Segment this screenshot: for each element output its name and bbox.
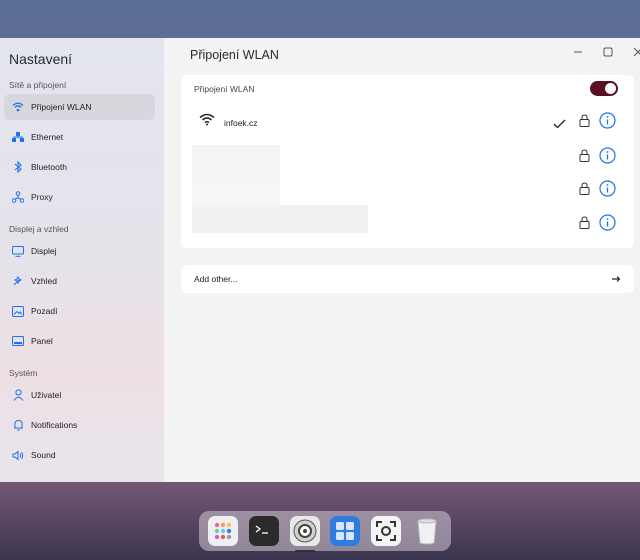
terminal-icon[interactable]	[248, 516, 279, 546]
lock-icon	[579, 216, 590, 234]
section-label-display: Displej a vzhled	[9, 224, 69, 234]
ethernet-icon	[11, 130, 25, 144]
wifi-signal-icon	[199, 113, 215, 131]
sidebar-item-label: Ethernet	[31, 132, 64, 142]
active-app-indicator	[294, 550, 315, 552]
arrow-right-icon	[612, 270, 621, 288]
info-icon[interactable]	[599, 214, 616, 236]
sidebar-item-label: Pozadí	[31, 306, 58, 316]
info-icon[interactable]	[599, 147, 616, 169]
sidebar-item-label: Notifications	[31, 420, 78, 430]
sidebar-item-label: Vzhled	[31, 276, 57, 286]
obscured-network-name	[192, 145, 280, 177]
wlan-toggle-label: Připojení WLAN	[194, 84, 255, 94]
info-icon[interactable]	[599, 112, 616, 134]
sidebar-item-display[interactable]: Displej	[4, 238, 155, 264]
sidebar-item-label: Displej	[31, 246, 57, 256]
sidebar-item-user[interactable]: Uživatel	[4, 382, 155, 408]
speaker-icon	[11, 448, 25, 462]
sidebar-item-label: Panel	[31, 336, 53, 346]
add-other-network-row[interactable]: Add other...	[181, 265, 634, 293]
section-label-system: Systém	[9, 368, 38, 378]
connected-check-icon	[553, 116, 566, 134]
lock-icon	[579, 182, 590, 200]
dock	[199, 511, 451, 552]
monitor-icon	[11, 244, 25, 258]
screenshot-icon[interactable]	[370, 516, 401, 546]
maximize-button[interactable]	[600, 44, 616, 60]
add-other-label: Add other...	[194, 274, 238, 284]
trash-icon[interactable]	[412, 516, 442, 546]
network-name[interactable]: infoek.cz	[224, 118, 258, 128]
calculator-icon[interactable]	[330, 516, 361, 546]
wifi-icon	[11, 100, 25, 114]
page-title: Připojení WLAN	[190, 48, 279, 62]
sidebar-title: Nastavení	[9, 51, 73, 67]
window-controls	[570, 44, 640, 60]
sidebar-item-proxy[interactable]: Proxy	[4, 184, 155, 210]
sidebar-item-background[interactable]: Pozadí	[4, 298, 155, 324]
sidebar-item-appearance[interactable]: Vzhled	[4, 268, 155, 294]
sidebar-item-wlan[interactable]: Připojení WLAN	[4, 94, 155, 120]
bell-icon	[11, 418, 25, 432]
sidebar-item-ethernet[interactable]: Ethernet	[4, 124, 155, 150]
minimize-button[interactable]	[570, 44, 586, 60]
appearance-icon	[11, 274, 25, 288]
wlan-toggle[interactable]	[590, 81, 618, 96]
sidebar: Nastavení Sítě a připojení Připojení WLA…	[0, 38, 164, 482]
proxy-icon	[11, 190, 25, 204]
sidebar-item-bluetooth[interactable]: Bluetooth	[4, 154, 155, 180]
sidebar-item-label: Bluetooth	[31, 162, 67, 172]
obscured-network-name	[192, 177, 280, 205]
bluetooth-icon	[11, 160, 25, 174]
sidebar-item-label: Sound	[31, 450, 56, 460]
user-icon	[11, 388, 25, 402]
app-grid-icon[interactable]	[208, 516, 239, 546]
sidebar-item-notifications[interactable]: Notifications	[4, 412, 155, 438]
section-label-network: Sítě a připojení	[9, 80, 67, 90]
sidebar-item-sound[interactable]: Sound	[4, 442, 155, 468]
lock-icon	[579, 149, 590, 167]
main-content: Připojení WLAN Připojení WLAN infoek.cz	[164, 38, 640, 482]
settings-icon[interactable]	[289, 516, 320, 552]
settings-window: Nastavení Sítě a připojení Připojení WLA…	[0, 38, 640, 482]
info-icon[interactable]	[599, 180, 616, 202]
image-icon	[11, 304, 25, 318]
sidebar-item-label: Proxy	[31, 192, 53, 202]
sidebar-item-label: Uživatel	[31, 390, 62, 400]
sidebar-item-label: Připojení WLAN	[31, 102, 92, 112]
lock-icon	[579, 114, 590, 132]
panel-icon	[11, 334, 25, 348]
wifi-networks-card: Připojení WLAN infoek.cz	[181, 75, 634, 248]
close-button[interactable]	[630, 44, 640, 60]
sidebar-item-panel[interactable]: Panel	[4, 328, 155, 354]
obscured-network-name	[192, 205, 368, 233]
